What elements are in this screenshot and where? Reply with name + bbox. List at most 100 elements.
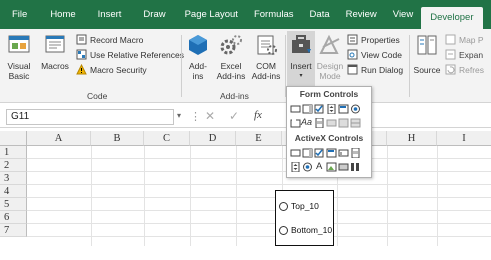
gridline xyxy=(27,184,491,185)
insert-control-label: Insert xyxy=(290,61,312,71)
visual-basic-button[interactable]: Visual Basic xyxy=(2,33,36,81)
form-group-box-icon[interactable] xyxy=(290,118,301,128)
activex-check-box-icon[interactable] xyxy=(314,148,325,158)
tab-home[interactable]: Home xyxy=(39,0,86,29)
row-header[interactable]: 4 xyxy=(0,185,27,198)
column-header[interactable]: I xyxy=(437,131,491,146)
form-text-field-icon[interactable] xyxy=(326,118,337,128)
form-controls-header: Form Controls xyxy=(299,89,359,99)
macro-security-button[interactable]: Macro Security xyxy=(76,64,147,75)
use-relative-references-button[interactable]: Use Relative References xyxy=(76,49,184,60)
name-box-dropdown-icon[interactable]: ▾ xyxy=(177,111,181,120)
activex-text-box-icon[interactable] xyxy=(338,148,349,158)
form-combo-box-icon[interactable] xyxy=(302,104,313,114)
row-header[interactable]: 3 xyxy=(0,172,27,185)
row-header[interactable]: 1 xyxy=(0,146,27,159)
visual-basic-icon xyxy=(8,35,30,53)
form-combo-drop-icon[interactable] xyxy=(350,118,361,128)
more-controls-icon[interactable] xyxy=(350,162,361,172)
insert-control-button[interactable]: Insert ▾ xyxy=(287,31,315,87)
toolbox-icon xyxy=(292,35,311,53)
tab-page-layout[interactable]: Page Layout xyxy=(177,0,246,29)
form-check-box-icon[interactable] xyxy=(314,104,325,114)
row-header[interactable]: 6 xyxy=(0,211,27,224)
tab-developer[interactable]: Developer xyxy=(421,7,483,29)
add-ins-button[interactable]: Add- ins xyxy=(185,33,211,81)
activex-button-icon[interactable] xyxy=(290,148,301,158)
record-macro-button[interactable]: Record Macro xyxy=(76,34,143,45)
column-header[interactable]: C xyxy=(144,131,190,146)
formula-bar-divider: ⋮ xyxy=(190,111,201,123)
row-header[interactable]: 2 xyxy=(0,159,27,172)
properties-label: Properties xyxy=(361,34,400,45)
code-group-label: Code xyxy=(87,91,108,101)
activex-spin-button-icon[interactable] xyxy=(290,162,301,172)
macros-button[interactable]: Macros xyxy=(38,33,72,71)
visual-basic-label-1: Visual xyxy=(7,61,31,71)
name-box[interactable]: G11 xyxy=(6,109,174,125)
tab-view[interactable]: View xyxy=(385,0,421,29)
select-all-corner[interactable] xyxy=(0,131,27,146)
com-add-ins-icon xyxy=(257,35,277,55)
refresh-icon xyxy=(445,64,456,75)
visual-basic-label-2: Basic xyxy=(8,71,30,81)
design-mode-button[interactable]: Design Mode xyxy=(316,33,344,81)
expansion-packs-icon xyxy=(445,49,456,60)
column-header[interactable]: A xyxy=(27,131,91,146)
row-header[interactable]: 7 xyxy=(0,224,27,237)
gridline xyxy=(27,171,491,172)
tab-review[interactable]: Review xyxy=(338,0,385,29)
com-add-ins-label-2: Add-ins xyxy=(251,71,281,81)
option-button-bottom-10[interactable]: Bottom_10 xyxy=(279,225,332,235)
cancel-icon[interactable]: ✕ xyxy=(205,109,215,123)
refresh-data-button[interactable]: Refres xyxy=(445,64,484,75)
tab-formulas[interactable]: Formulas xyxy=(246,0,302,29)
row-header[interactable]: 5 xyxy=(0,198,27,211)
activex-scroll-bar-icon[interactable] xyxy=(350,148,361,158)
activex-option-button-icon[interactable] xyxy=(302,162,313,172)
add-ins-label-2: ins xyxy=(192,71,204,81)
refresh-data-label: Refres xyxy=(459,64,485,75)
column-header[interactable]: E xyxy=(236,131,282,146)
view-code-label: View Code xyxy=(361,49,402,60)
run-dialog-button[interactable]: Run Dialog xyxy=(347,64,403,75)
activex-combo-box-icon[interactable] xyxy=(302,148,313,158)
view-code-button[interactable]: View Code xyxy=(347,49,402,60)
expansion-packs-button[interactable]: Expan xyxy=(445,49,483,60)
design-mode-icon xyxy=(319,34,340,54)
tab-insert[interactable]: Insert xyxy=(87,0,133,29)
gear-icon xyxy=(220,35,242,55)
option-buttons-frame[interactable]: Top_10 Bottom_10 xyxy=(275,190,334,246)
form-label-icon[interactable]: Aa xyxy=(301,117,312,127)
form-spin-button-icon[interactable] xyxy=(326,104,337,114)
form-option-button-icon[interactable] xyxy=(350,104,361,114)
tab-file[interactable]: File xyxy=(0,0,39,29)
excel-add-ins-button[interactable]: Excel Add-ins xyxy=(214,33,248,81)
form-list-box-icon[interactable] xyxy=(338,104,349,114)
column-header[interactable]: H xyxy=(387,131,437,146)
activex-image-icon[interactable] xyxy=(326,162,337,172)
form-button-icon[interactable] xyxy=(290,104,301,114)
option-button-label: Bottom_10 xyxy=(291,225,333,235)
form-scroll-bar-icon[interactable] xyxy=(314,118,325,128)
column-header[interactable]: B xyxy=(91,131,144,146)
enter-icon[interactable]: ✓ xyxy=(229,109,239,123)
activex-list-box-icon[interactable] xyxy=(326,148,337,158)
use-relative-references-label: Use Relative References xyxy=(90,49,185,60)
tab-draw[interactable]: Draw xyxy=(132,0,176,29)
column-header[interactable]: D xyxy=(190,131,236,146)
insert-function-button[interactable]: fx xyxy=(254,109,262,121)
option-button-top-10[interactable]: Top_10 xyxy=(279,201,319,211)
map-properties-button[interactable]: Map P xyxy=(445,34,484,45)
xml-source-button[interactable]: Source xyxy=(412,33,442,75)
activex-toggle-button-icon[interactable] xyxy=(338,162,349,172)
macros-label: Macros xyxy=(41,61,69,71)
activex-label-icon[interactable]: A xyxy=(316,161,322,172)
gridline xyxy=(27,197,491,198)
macros-icon xyxy=(45,35,65,53)
com-add-ins-label-1: COM xyxy=(256,61,276,71)
tab-data[interactable]: Data xyxy=(302,0,338,29)
form-combo-list-icon[interactable] xyxy=(338,118,349,128)
com-add-ins-button[interactable]: COM Add-ins xyxy=(249,33,283,81)
properties-button[interactable]: Properties xyxy=(347,34,400,45)
